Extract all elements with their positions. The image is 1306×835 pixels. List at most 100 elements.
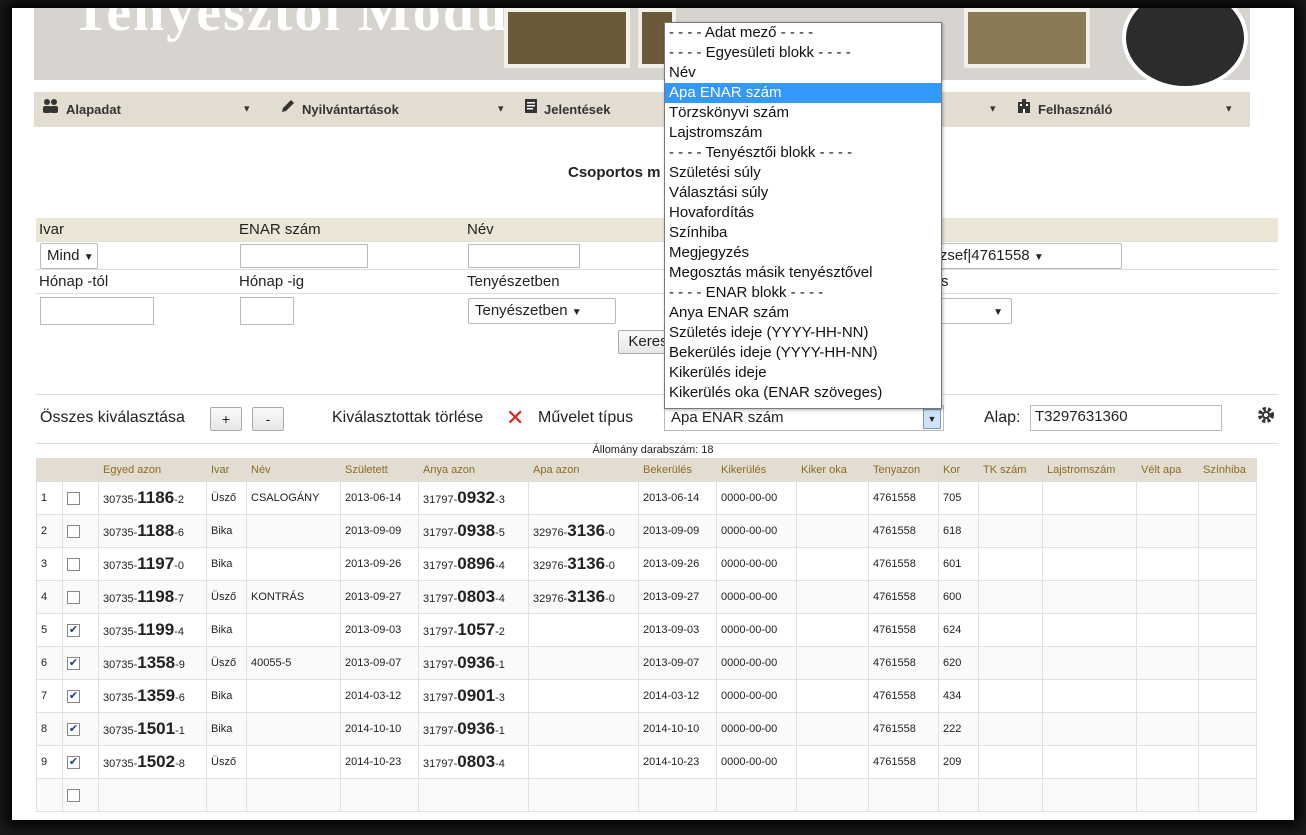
chevron-down-icon[interactable]: ▾ <box>990 92 996 127</box>
kor-cell: 618 <box>938 514 979 548</box>
row-checkbox[interactable]: ✔ <box>67 722 80 736</box>
column-header[interactable]: Született <box>340 458 419 482</box>
column-header[interactable]: Kor <box>938 458 979 482</box>
apa-azon-cell: 32976-3136-0 <box>528 547 639 581</box>
table-row[interactable]: 9 ✔ 30735-1502-8 Üsző 2014-10-23 31797-0803-4… <box>36 745 1257 779</box>
dropdown-option[interactable]: Megjegyzés <box>665 243 941 263</box>
bekerules-cell: 2013-09-03 <box>638 613 717 647</box>
column-header[interactable]: Vélt apa <box>1136 458 1199 482</box>
dropdown-option[interactable]: Választási súly <box>665 183 941 203</box>
id-suffix: -3 <box>495 692 505 704</box>
nev-input[interactable] <box>468 244 580 268</box>
kikerules-cell: 0000-00-00 <box>716 646 797 680</box>
table-row[interactable] <box>36 778 1257 812</box>
base-input[interactable]: T3297631360 <box>1030 405 1222 431</box>
dropdown-option[interactable]: Hovafordítás <box>665 203 941 223</box>
anya-azon-cell: 31797-0896-4 <box>418 547 529 581</box>
dropdown-option[interactable]: Név <box>665 63 941 83</box>
column-header[interactable]: Lajstromszám <box>1042 458 1137 482</box>
column-header[interactable]: TK szám <box>978 458 1043 482</box>
id-main: 0938 <box>457 521 496 540</box>
row-checkbox[interactable] <box>67 557 80 571</box>
kor-cell: 434 <box>938 679 979 713</box>
tenyeszetben-value: Tenyészetben <box>475 302 568 319</box>
dropdown-option[interactable]: - - - - Egyesületi blokk - - - - <box>665 43 941 63</box>
id-suffix: -0 <box>605 527 615 539</box>
honap-ig-input[interactable] <box>240 297 294 325</box>
table-cell <box>1136 778 1199 812</box>
dropdown-option[interactable]: Lajstromszám <box>665 123 941 143</box>
row-checkbox[interactable] <box>67 788 80 802</box>
table-row[interactable]: 8 ✔ 30735-1501-1 Bika 2014-10-10 31797-0936-1… <box>36 712 1257 746</box>
column-header[interactable] <box>62 458 99 482</box>
dropdown-option[interactable]: Születési súly <box>665 163 941 183</box>
enar-input[interactable] <box>240 244 368 268</box>
dropdown-option[interactable]: Születés ideje (YYYY-HH-NN) <box>665 323 941 343</box>
row-checkbox[interactable]: ✔ <box>67 755 80 769</box>
row-number: 6 <box>36 646 63 680</box>
table-row[interactable]: 5 ✔ 30735-1199-4 Bika 2013-09-03 31797-1057-2… <box>36 613 1257 647</box>
menu-alapadat[interactable]: Alapadat <box>42 92 121 127</box>
tenyazon-cell: 4761558 <box>868 580 939 614</box>
row-select-cell <box>62 514 99 548</box>
column-header[interactable]: Kiker oka <box>796 458 869 482</box>
column-header[interactable]: Tenyazon <box>868 458 939 482</box>
column-header[interactable]: Kikerülés <box>716 458 797 482</box>
column-header[interactable]: Apa azon <box>528 458 639 482</box>
table-cell <box>638 778 717 812</box>
dropdown-option[interactable]: Megosztás másik tenyésztővel <box>665 263 941 283</box>
dropdown-option[interactable]: Anya ENAR szám <box>665 303 941 323</box>
id-suffix: -5 <box>495 527 505 539</box>
gear-icon[interactable] <box>1256 405 1276 430</box>
dropdown-option[interactable]: - - - - ENAR blokk - - - - <box>665 283 941 303</box>
chevron-down-icon[interactable]: ▾ <box>244 92 250 127</box>
row-checkbox[interactable]: ✔ <box>67 656 80 670</box>
dropdown-option[interactable]: - - - - Adat mező - - - - <box>665 23 941 43</box>
main-menu: Alapadat ▾ Nyilvántartások ▾ Jelentések … <box>34 92 1250 127</box>
delete-icon[interactable]: ✕ <box>506 405 524 431</box>
dropdown-option[interactable]: Törzskönyvi szám <box>665 103 941 123</box>
column-header[interactable]: Anya azon <box>418 458 529 482</box>
select-all-button[interactable]: + <box>210 407 242 431</box>
column-header[interactable]: Egyed azon <box>98 458 207 482</box>
row-checkbox[interactable] <box>67 524 80 538</box>
table-row[interactable]: 7 ✔ 30735-1359-6 Bika 2014-03-12 31797-0901-3… <box>36 679 1257 713</box>
menu-felhasznalo[interactable]: Felhasználó <box>1016 92 1112 127</box>
dropdown-option[interactable]: Kikerülés oka (ENAR szöveges) <box>665 383 941 403</box>
row-checkbox[interactable]: ✔ <box>67 689 80 703</box>
column-header[interactable]: Színhiba <box>1198 458 1257 482</box>
table-cell <box>796 778 869 812</box>
chevron-down-icon[interactable]: ▾ <box>498 92 504 127</box>
row-checkbox[interactable]: ✔ <box>67 623 80 637</box>
operation-dropdown-list[interactable]: - - - - Adat mező - - - -- - - - Egyesül… <box>664 22 942 409</box>
row-checkbox[interactable] <box>67 491 80 505</box>
ivar-select[interactable]: Mind ▼ <box>40 243 98 269</box>
chevron-down-icon[interactable]: ▼ <box>923 409 941 429</box>
dropdown-option[interactable]: Bekerülés ideje (YYYY-HH-NN) <box>665 343 941 363</box>
column-header[interactable]: Bekerülés <box>638 458 717 482</box>
id-prefix: 31797- <box>423 626 458 638</box>
table-row[interactable]: 4 30735-1198-7 Üsző KONTRÁS 2013-09-27 31797-… <box>36 580 1257 614</box>
bekerules-cell: 2013-09-27 <box>638 580 717 614</box>
apa-azon-cell: 32976-3136-0 <box>528 580 639 614</box>
table-row[interactable]: 1 30735-1186-2 Üsző CSALOGÁNY 2013-06-14 3179… <box>36 481 1257 515</box>
table-row[interactable]: 3 30735-1197-0 Bika 2013-09-26 31797-0896-4 3… <box>36 547 1257 581</box>
tenyeszetben-select[interactable]: Tenyészetben ▼ <box>468 298 616 324</box>
chevron-down-icon[interactable]: ▾ <box>1226 92 1232 127</box>
column-header[interactable]: Név <box>246 458 341 482</box>
column-header[interactable]: Ivar <box>206 458 247 482</box>
menu-jelentesek[interactable]: Jelentések <box>524 92 611 127</box>
table-row[interactable]: 2 30735-1188-6 Bika 2013-09-09 31797-0938-5 3… <box>36 514 1257 548</box>
table-row[interactable]: 6 ✔ 30735-1358-9 Üsző 40055-5 2013-09-07 31797… <box>36 646 1257 680</box>
menu-nyilvantartasok[interactable]: Nyilvántartások <box>280 92 399 127</box>
apa-azon-cell <box>528 712 639 746</box>
honap-tol-input[interactable] <box>40 297 154 325</box>
row-checkbox[interactable] <box>67 590 80 604</box>
dropdown-option[interactable]: Apa ENAR szám <box>665 83 941 103</box>
deselect-all-button[interactable]: - <box>252 407 284 431</box>
dropdown-option[interactable]: - - - - Tenyésztői blokk - - - - <box>665 143 941 163</box>
dropdown-option[interactable]: Kikerülés ideje <box>665 363 941 383</box>
column-header[interactable] <box>36 458 63 482</box>
szuletett-cell: 2013-09-03 <box>340 613 419 647</box>
dropdown-option[interactable]: Színhiba <box>665 223 941 243</box>
